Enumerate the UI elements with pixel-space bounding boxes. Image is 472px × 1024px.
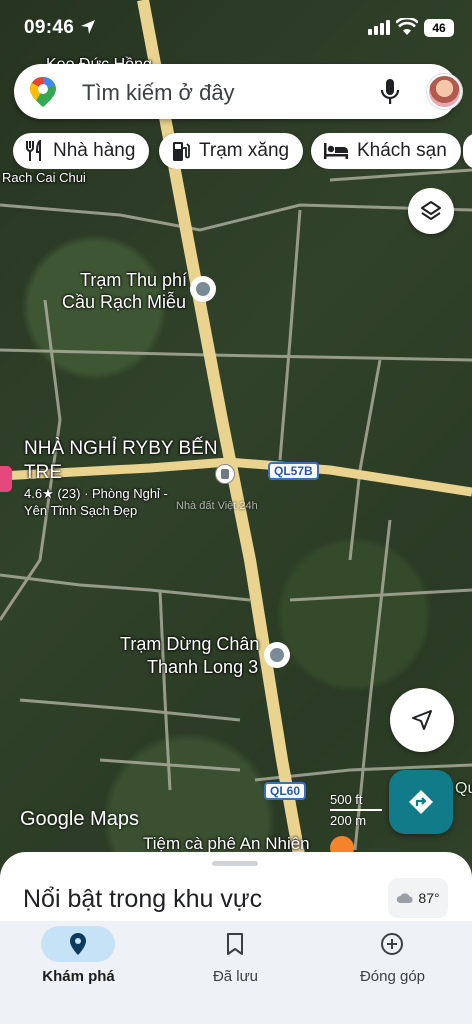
search-bar[interactable]: Tìm kiếm ở đây <box>14 64 462 119</box>
hotel-marker[interactable] <box>0 466 12 492</box>
hotel-rating-label: 4.6★ (23) · Phòng Nghỉ - <box>24 486 168 501</box>
status-time: 09:46 <box>24 17 75 38</box>
watermark: Nhà đất Việt 24h <box>176 500 258 512</box>
google-maps-pin-icon <box>30 77 56 107</box>
location-arrow-icon <box>81 20 95 34</box>
rest-stop-label[interactable]: Trạm Dừng Chân <box>120 634 259 655</box>
map-label-right: Qu <box>455 780 472 797</box>
map-label-rach-cai-chui: Rach Cai Chui <box>2 170 86 185</box>
road-shield-ql60: QL60 <box>264 782 307 800</box>
directions-button[interactable] <box>389 770 453 834</box>
navigation-arrow-icon <box>412 710 432 730</box>
rest-stop-marker[interactable] <box>264 642 290 668</box>
hotel-desc-label: Yên Tĩnh Sạch Đẹp <box>24 503 138 518</box>
road-shield-ql57b: QL57B <box>268 462 319 480</box>
sheet-drag-handle[interactable] <box>212 861 258 866</box>
nav-explore-indicator <box>41 926 115 962</box>
restaurant-icon <box>26 140 41 161</box>
scale-bar <box>330 809 382 811</box>
scale-bottom: 200 m <box>330 813 367 828</box>
add-circle-icon <box>381 933 403 955</box>
chip-gas-stations[interactable]: Trạm xăng <box>159 133 304 169</box>
nav-saved[interactable]: Đã lưu <box>157 921 314 1024</box>
toll-station-marker[interactable] <box>190 276 216 302</box>
nav-contribute-indicator <box>355 926 429 962</box>
cloud-icon <box>397 893 413 903</box>
search-input[interactable]: Tìm kiếm ở đây <box>82 80 235 106</box>
explore-pin-icon <box>70 933 86 955</box>
sheet-title: Nổi bật trong khu vực <box>23 885 263 913</box>
hotel-icon <box>324 143 348 159</box>
toll-station-label-2[interactable]: Cầu Rạch Miễu <box>62 292 186 313</box>
chip-restaurants-label: Nhà hàng <box>53 140 136 161</box>
layers-icon <box>421 201 441 220</box>
google-maps-logo: Google Maps <box>20 808 139 830</box>
status-bar: 09:46 46 <box>0 0 472 56</box>
nav-explore[interactable]: Khám phá <box>0 921 157 1024</box>
hotel-name-label-2[interactable]: TRE <box>24 462 62 484</box>
chip-gas-stations-label: Trạm xăng <box>199 140 290 161</box>
bookmark-icon <box>227 933 243 955</box>
microphone-icon[interactable] <box>378 78 402 106</box>
bottom-navigation: Khám phá Đã lưu Đóng góp <box>0 921 472 1024</box>
directions-icon <box>409 790 433 814</box>
battery-icon: 46 <box>424 19 454 37</box>
weather-temp: 87° <box>418 890 440 906</box>
chip-more[interactable] <box>463 133 472 169</box>
map-scale: 500 ft 200 m <box>330 792 382 828</box>
scale-top: 500 ft <box>330 792 363 807</box>
gas-station-icon <box>173 142 190 161</box>
nav-contribute-label: Đóng góp <box>359 968 426 985</box>
hotel-name-label[interactable]: NHÀ NGHỈ RYBY BẾN <box>24 438 218 460</box>
nav-saved-indicator <box>198 926 272 962</box>
category-chips: Nhà hàng Trạm xăng Khách sạn <box>13 133 472 169</box>
account-avatar[interactable] <box>427 74 462 109</box>
weather-badge[interactable]: 87° <box>388 878 448 918</box>
layers-button[interactable] <box>408 188 454 234</box>
my-location-button[interactable] <box>390 688 454 752</box>
wifi-icon <box>396 18 418 35</box>
chip-hotels[interactable]: Khách sạn <box>311 133 461 169</box>
nav-saved-label: Đã lưu <box>212 968 259 985</box>
bus-stop-icon[interactable] <box>215 464 235 484</box>
nav-contribute[interactable]: Đóng góp <box>314 921 471 1024</box>
rest-stop-label-2[interactable]: Thanh Long 3 <box>147 657 258 678</box>
cell-signal-icon <box>368 20 390 35</box>
chip-restaurants[interactable]: Nhà hàng <box>13 133 150 169</box>
chip-hotels-label: Khách sạn <box>357 140 447 161</box>
cafe-label[interactable]: Tiệm cà phê An Nhiên <box>143 834 310 854</box>
toll-station-label[interactable]: Trạm Thu phí <box>80 270 187 291</box>
nav-explore-label: Khám phá <box>42 968 115 985</box>
